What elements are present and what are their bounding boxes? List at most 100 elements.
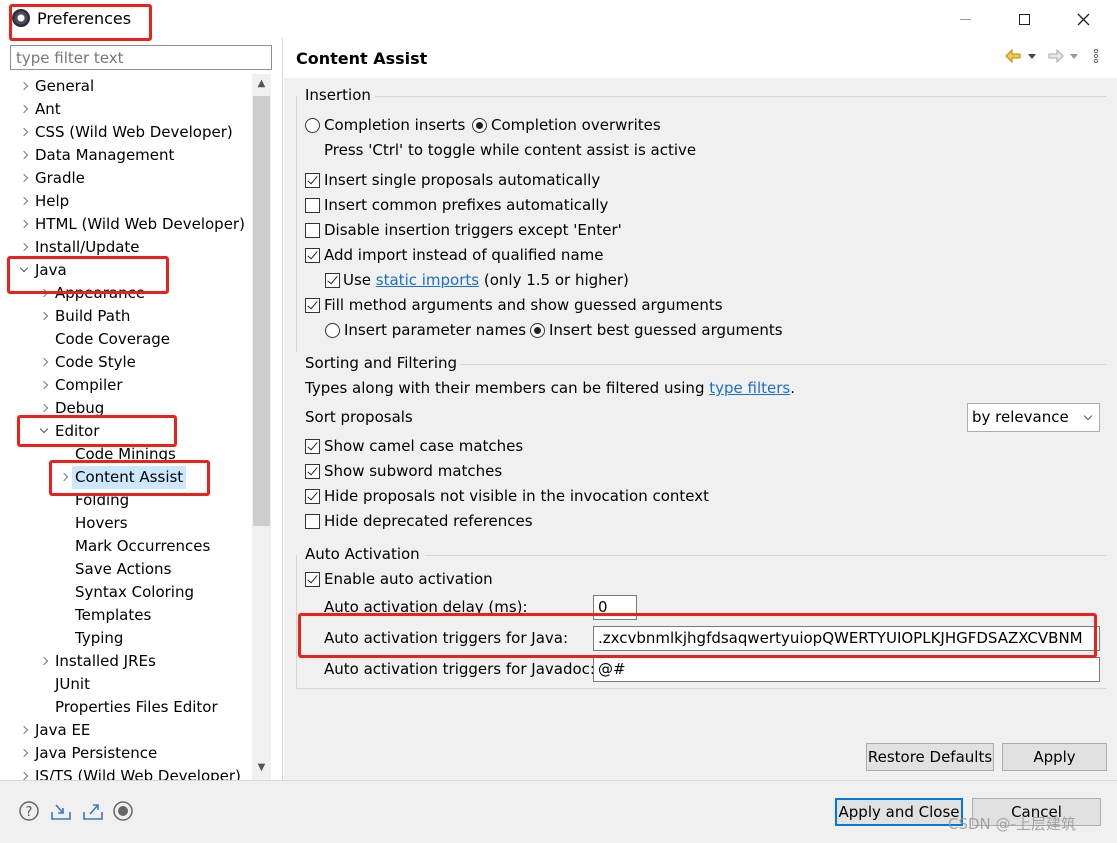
chevron-right-icon[interactable] xyxy=(40,351,50,374)
group-border xyxy=(296,688,1106,689)
tree-item-label: CSS (Wild Web Developer) xyxy=(35,123,233,141)
javadoc-triggers-input[interactable]: @# xyxy=(593,657,1100,682)
svg-text:?: ? xyxy=(26,805,33,820)
chevron-right-icon[interactable] xyxy=(20,765,30,780)
tree-item-label: Gradle xyxy=(35,169,85,187)
highlight-box-title xyxy=(9,4,152,41)
use-prefix: Use xyxy=(343,271,376,289)
use-static-imports-label: Use static imports (only 1.5 or higher) xyxy=(343,271,629,289)
view-menu-icon[interactable] xyxy=(1091,48,1101,64)
pane-splitter[interactable] xyxy=(282,38,283,780)
forward-menu-icon[interactable] xyxy=(1069,48,1079,64)
filter-description: Types along with their members can be fi… xyxy=(305,379,795,397)
record-icon[interactable] xyxy=(112,800,134,822)
toggle-hint: Press 'Ctrl' to toggle while content ass… xyxy=(324,141,697,159)
subword-label: Show subword matches xyxy=(324,462,503,480)
maximize-button[interactable] xyxy=(1004,6,1044,32)
apply-button[interactable]: Apply xyxy=(1002,743,1107,771)
filter-text-prefix: Types along with their members can be fi… xyxy=(305,379,710,397)
hide-deprecated-checkbox[interactable] xyxy=(305,514,320,529)
group-divider xyxy=(425,555,1106,556)
camel-case-label: Show camel case matches xyxy=(324,437,524,455)
chevron-right-icon[interactable] xyxy=(40,374,50,397)
chevron-right-icon[interactable] xyxy=(40,305,50,328)
group-border xyxy=(296,96,297,352)
tree-item-label: Properties Files Editor xyxy=(55,698,218,716)
group-title-sorting: Sorting and Filtering xyxy=(305,354,458,372)
insert-best-guess-label: Insert best guessed arguments xyxy=(549,321,783,339)
group-title-insertion: Insertion xyxy=(305,86,371,104)
insert-best-guess-radio[interactable] xyxy=(530,323,545,338)
chevron-right-icon[interactable] xyxy=(20,213,30,236)
chevron-right-icon[interactable] xyxy=(20,75,30,98)
insert-param-names-label: Insert parameter names xyxy=(344,321,527,339)
hide-invisible-checkbox[interactable] xyxy=(305,489,320,504)
camel-case-checkbox[interactable] xyxy=(305,439,320,454)
chevron-right-icon[interactable] xyxy=(20,98,30,121)
chevron-right-icon[interactable] xyxy=(20,121,30,144)
add-import-label: Add import instead of qualified name xyxy=(324,246,604,264)
tree-item-label: JUnit xyxy=(55,675,90,693)
chevron-down-icon xyxy=(1083,411,1093,421)
group-title-auto-activation: Auto Activation xyxy=(305,545,420,563)
static-imports-link[interactable]: static imports xyxy=(376,271,479,289)
chevron-right-icon[interactable] xyxy=(40,650,50,673)
enable-auto-activation-label: Enable auto activation xyxy=(324,570,493,588)
tree-scrollbar[interactable]: ▲ ▼ xyxy=(252,74,271,780)
chevron-right-icon[interactable] xyxy=(20,742,30,765)
fill-args-label: Fill method arguments and show guessed a… xyxy=(324,296,723,314)
minimize-icon xyxy=(959,18,971,20)
disable-triggers-label: Disable insertion triggers except 'Enter… xyxy=(324,221,622,239)
import-icon[interactable] xyxy=(50,800,72,822)
completion-overwrites-label: Completion overwrites xyxy=(491,116,661,134)
filter-text-suffix: . xyxy=(790,379,795,397)
chevron-right-icon[interactable] xyxy=(20,167,30,190)
use-static-imports-checkbox[interactable] xyxy=(325,273,340,288)
tree-item-label: Templates xyxy=(75,606,152,624)
enable-auto-activation-checkbox[interactable] xyxy=(305,572,320,587)
tree-item-label: Compiler xyxy=(55,376,123,394)
tree-item-label: Ant xyxy=(35,100,61,118)
hide-deprecated-label: Hide deprecated references xyxy=(324,512,533,530)
tree-item-label: Typing xyxy=(75,629,124,647)
export-icon[interactable] xyxy=(82,800,104,822)
subword-checkbox[interactable] xyxy=(305,464,320,479)
minimize-button[interactable] xyxy=(945,6,985,32)
highlight-box-content-assist xyxy=(49,460,210,496)
tree-item-label: Code Coverage xyxy=(55,330,171,348)
tree-item-label: General xyxy=(35,77,95,95)
tree-item-label: Syntax Coloring xyxy=(75,583,194,601)
add-import-checkbox[interactable] xyxy=(305,248,320,263)
filter-input[interactable] xyxy=(10,45,272,70)
insert-common-label: Insert common prefixes automatically xyxy=(324,196,609,214)
sort-proposals-select[interactable]: by relevance xyxy=(967,403,1100,432)
chevron-right-icon[interactable] xyxy=(20,144,30,167)
highlight-box-editor xyxy=(17,415,177,447)
scroll-up-icon[interactable]: ▲ xyxy=(252,74,271,94)
type-filters-link[interactable]: type filters xyxy=(709,379,790,397)
back-arrow-icon[interactable] xyxy=(1004,48,1022,64)
scroll-down-icon[interactable]: ▼ xyxy=(252,758,271,778)
chevron-right-icon[interactable] xyxy=(20,719,30,742)
close-button[interactable] xyxy=(1063,6,1103,32)
apply-and-close-button[interactable]: Apply and Close xyxy=(835,798,963,826)
sort-proposals-label: Sort proposals xyxy=(305,408,413,426)
help-icon[interactable]: ? xyxy=(18,800,40,822)
insert-common-checkbox[interactable] xyxy=(305,198,320,213)
maximize-icon xyxy=(1018,13,1030,25)
sort-selected-value: by relevance xyxy=(972,408,1069,426)
tree-item-label: Installed JREs xyxy=(55,652,156,670)
forward-arrow-icon[interactable] xyxy=(1047,48,1065,64)
insert-param-names-radio[interactable] xyxy=(325,323,340,338)
fill-args-checkbox[interactable] xyxy=(305,298,320,313)
chevron-right-icon[interactable] xyxy=(20,190,30,213)
scroll-thumb[interactable] xyxy=(253,96,270,526)
tree-item-label: Code Style xyxy=(55,353,136,371)
tree-item-label: Java Persistence xyxy=(35,744,158,762)
completion-inserts-radio[interactable] xyxy=(305,118,320,133)
completion-overwrites-radio[interactable] xyxy=(472,118,487,133)
back-menu-icon[interactable] xyxy=(1027,48,1037,64)
insert-single-checkbox[interactable] xyxy=(305,173,320,188)
disable-triggers-checkbox[interactable] xyxy=(305,223,320,238)
restore-defaults-button[interactable]: Restore Defaults xyxy=(866,743,994,771)
